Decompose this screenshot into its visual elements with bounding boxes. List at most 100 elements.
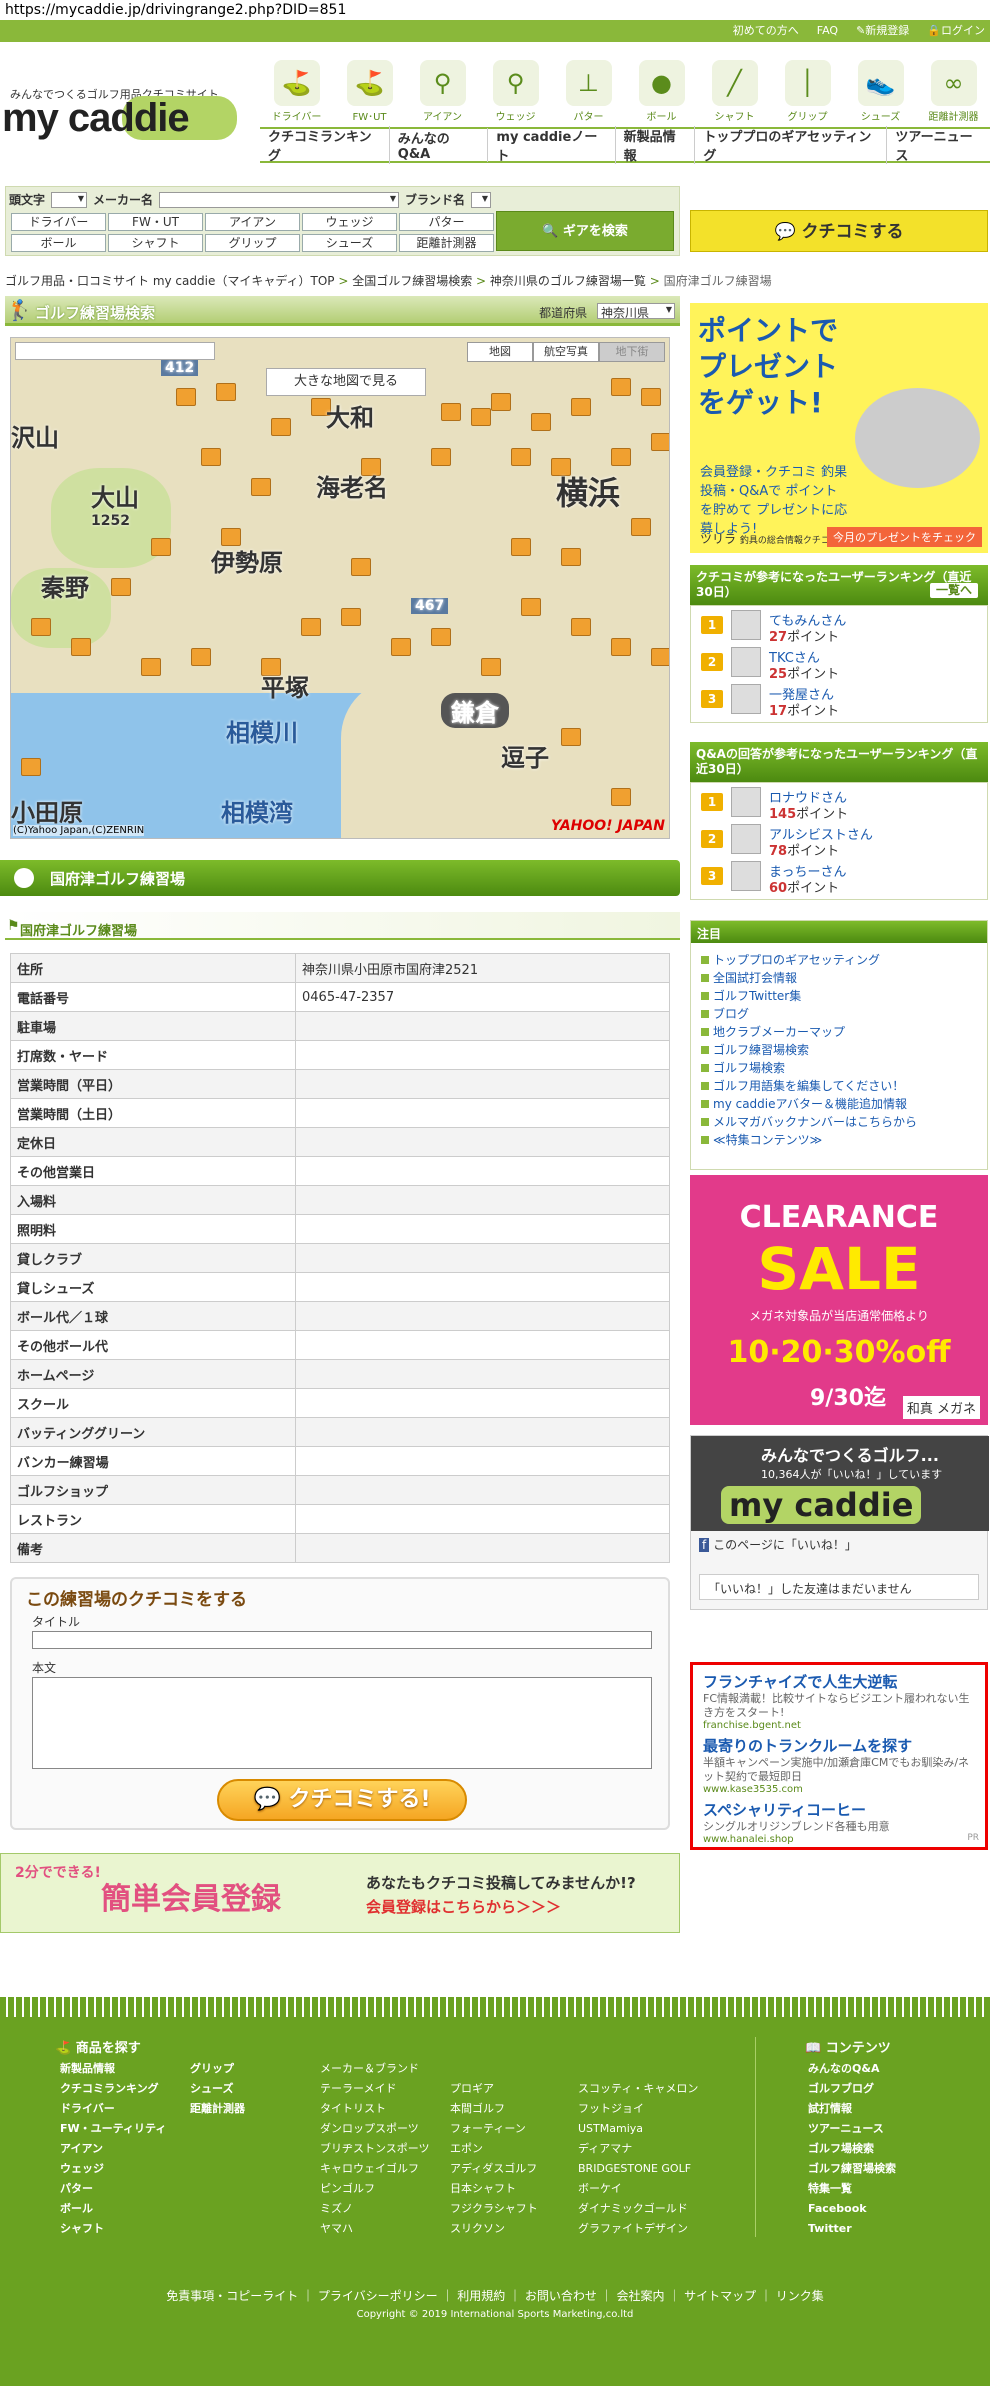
- footer-link[interactable]: シューズ: [190, 2079, 245, 2099]
- map-pin[interactable]: [71, 638, 91, 656]
- footer-link[interactable]: キャロウェイゴルフ: [320, 2159, 430, 2179]
- map-pin[interactable]: [151, 538, 171, 556]
- notice-item[interactable]: メルマガバックナンバーはこちらから: [699, 1113, 979, 1131]
- footer-link[interactable]: ボーケイ: [578, 2179, 698, 2199]
- footer-link[interactable]: アイアン: [60, 2139, 166, 2159]
- ad-headline[interactable]: フランチャイズで人生大逆転: [703, 1671, 975, 1692]
- subnav-qa[interactable]: みんなのQ&A: [390, 128, 489, 162]
- footer-link[interactable]: ダンロップスポーツ: [320, 2119, 430, 2139]
- notice-item[interactable]: my caddieアバター＆機能追加情報: [699, 1095, 979, 1113]
- footer-link[interactable]: メーカー＆ブランド: [320, 2059, 430, 2079]
- footer-link[interactable]: ピンゴルフ: [320, 2179, 430, 2199]
- map-pin[interactable]: [441, 403, 461, 421]
- ad-url[interactable]: www.hanalei.shop: [703, 1834, 975, 1845]
- ranking-row[interactable]: 3 まっちーさん 60ポイント: [691, 857, 987, 896]
- map-pin[interactable]: [351, 558, 371, 576]
- subnav-tournews[interactable]: ツアーニュース: [887, 126, 990, 164]
- footer-link[interactable]: ゴルフ場検索: [808, 2139, 896, 2159]
- cat-iron[interactable]: ⚲ アイアン: [406, 60, 479, 123]
- ranking-row[interactable]: 3 一発屋さん 17ポイント: [691, 680, 987, 719]
- register-link[interactable]: ✎新規登録: [856, 20, 909, 42]
- footer-link[interactable]: フットジョイ: [578, 2099, 698, 2119]
- site-logo[interactable]: my caddie: [2, 96, 237, 142]
- map-pin[interactable]: [431, 628, 451, 646]
- brand-select[interactable]: [471, 191, 492, 208]
- map-tab-map[interactable]: 地図: [467, 342, 533, 362]
- pref-select[interactable]: 神奈川県: [597, 303, 675, 320]
- map-pin[interactable]: [561, 728, 581, 746]
- footer-link[interactable]: Twitter: [808, 2219, 896, 2239]
- crumb-range-search[interactable]: 全国ゴルフ練習場検索: [352, 274, 472, 288]
- map-pin[interactable]: [611, 378, 631, 396]
- tag-putter[interactable]: パター: [399, 213, 494, 231]
- map-pin[interactable]: [341, 608, 361, 626]
- ranking-more-link[interactable]: 一覧へ: [929, 583, 978, 598]
- ad-headline[interactable]: スペシャリティコーヒー: [703, 1799, 975, 1820]
- footer-link[interactable]: シャフト: [60, 2219, 166, 2239]
- footer-link[interactable]: スコッティ・キャメロン: [578, 2079, 698, 2099]
- notice-item[interactable]: ゴルフTwitter集: [699, 987, 979, 1005]
- footer-link[interactable]: 特集一覧: [808, 2179, 896, 2199]
- map-pin[interactable]: [201, 448, 221, 466]
- map-pin[interactable]: [511, 538, 531, 556]
- footer-link[interactable]: ゴルフブログ: [808, 2079, 896, 2099]
- footer-link[interactable]: ミズノ: [320, 2199, 430, 2219]
- crumb-kanagawa[interactable]: 神奈川県のゴルフ練習場一覧: [490, 274, 646, 288]
- subnav-gear[interactable]: トッププロのギアセッティング: [695, 126, 888, 164]
- subnav-note[interactable]: my caddieノート: [488, 126, 616, 164]
- login-link[interactable]: 🔒ログイン: [927, 20, 985, 42]
- footer-link[interactable]: ダイナミックゴールド: [578, 2199, 698, 2219]
- footer-link[interactable]: 試打情報: [808, 2099, 896, 2119]
- ad-url[interactable]: www.kase3535.com: [703, 1784, 975, 1795]
- cat-shoes[interactable]: 👟 シューズ: [844, 60, 917, 123]
- fb-like-button[interactable]: f このページに「いいね！」: [699, 1536, 857, 1553]
- ad-url[interactable]: franchise.bgent.net: [703, 1720, 975, 1731]
- footer-link[interactable]: フォーティーン: [450, 2119, 538, 2139]
- footer-link[interactable]: ゴルフ練習場検索: [808, 2159, 896, 2179]
- map-pin[interactable]: [521, 598, 541, 616]
- crumb-top[interactable]: ゴルフ用品・口コミサイト my caddie（マイキャディ）TOP: [5, 274, 335, 288]
- footer-link[interactable]: エポン: [450, 2139, 538, 2159]
- url-bar[interactable]: https://mycaddie.jp/drivingrange2.php?DI…: [0, 0, 990, 20]
- review-title-input[interactable]: [32, 1631, 652, 1649]
- cat-shaft[interactable]: ╱ シャフト: [698, 60, 771, 123]
- map-pin[interactable]: [191, 648, 211, 666]
- review-submit-button[interactable]: 💬 クチコミする!: [217, 1779, 467, 1821]
- cat-rangefinder[interactable]: ∞ 距離計測器: [917, 60, 990, 123]
- map-pin[interactable]: [561, 548, 581, 566]
- tag-ball[interactable]: ボール: [11, 234, 106, 252]
- map-pin[interactable]: [21, 758, 41, 776]
- map-pin[interactable]: [471, 408, 491, 426]
- footer-link[interactable]: USTMamiya: [578, 2119, 698, 2139]
- map-pin[interactable]: [651, 648, 669, 666]
- footer-link[interactable]: Facebook: [808, 2199, 896, 2219]
- kuchikomi-button[interactable]: 💬 クチコミする: [690, 210, 988, 252]
- footer-link[interactable]: ヤマハ: [320, 2219, 430, 2239]
- map-pin[interactable]: [431, 448, 451, 466]
- ranking-row[interactable]: 2 アルシビストさん 78ポイント: [691, 820, 987, 859]
- footer-link[interactable]: タイトリスト: [320, 2099, 430, 2119]
- point-ad-cta[interactable]: 今月のプレゼントをチェック: [827, 527, 982, 547]
- footer-link[interactable]: 新製品情報: [60, 2059, 166, 2079]
- map-pin[interactable]: [611, 788, 631, 806]
- ranking-row[interactable]: 1 ロナウドさん 145ポイント: [691, 783, 987, 822]
- map-pin[interactable]: [651, 433, 669, 451]
- footer-link[interactable]: フジクラシャフト: [450, 2199, 538, 2219]
- notice-item[interactable]: ≪特集コンテンツ≫: [699, 1131, 979, 1149]
- maker-select[interactable]: [159, 191, 400, 208]
- notice-item[interactable]: 全国試打会情報: [699, 969, 979, 987]
- cat-ball[interactable]: ● ボール: [625, 60, 698, 123]
- footer-link[interactable]: ドライバー: [60, 2099, 166, 2119]
- map-pin[interactable]: [176, 388, 196, 406]
- cat-fw-ut[interactable]: ⛳ FW･UT: [333, 60, 406, 123]
- review-body-textarea[interactable]: [32, 1677, 652, 1769]
- map-pin[interactable]: [611, 448, 631, 466]
- tag-wedge[interactable]: ウェッジ: [302, 213, 397, 231]
- footer-link[interactable]: ウェッジ: [60, 2159, 166, 2179]
- beginners-link[interactable]: 初めての方へ: [733, 20, 799, 42]
- cat-grip[interactable]: │ グリップ: [771, 60, 844, 123]
- faq-link[interactable]: FAQ: [817, 20, 838, 42]
- footer-link[interactable]: みんなのQ&A: [808, 2059, 896, 2079]
- facebook-cover[interactable]: みんなでつくるゴルフ... 10,364人が「いいね！」しています my cad…: [691, 1436, 989, 1531]
- map-pin[interactable]: [481, 658, 501, 676]
